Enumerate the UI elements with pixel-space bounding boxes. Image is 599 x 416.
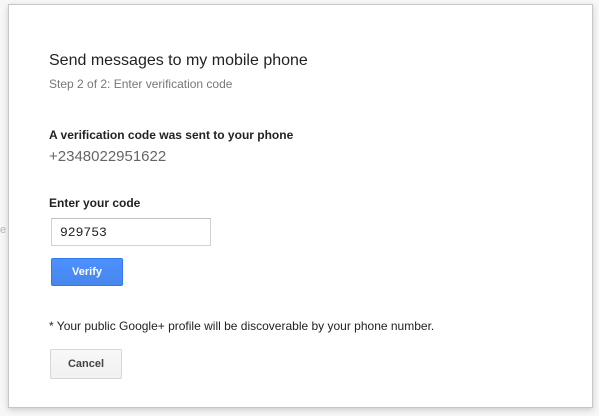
code-sent-label: A verification code was sent to your pho… (49, 128, 294, 142)
background-text-fragment: e (0, 224, 7, 236)
profile-discoverability-note: * Your public Google+ profile will be di… (49, 319, 435, 333)
verification-code-input[interactable] (51, 218, 211, 246)
verify-button[interactable]: Verify (51, 258, 123, 286)
phone-number: +2348022951622 (49, 148, 167, 165)
verification-dialog: Send messages to my mobile phone Step 2 … (8, 4, 593, 408)
cancel-button[interactable]: Cancel (50, 349, 122, 379)
code-field-label: Enter your code (49, 196, 141, 210)
step-indicator: Step 2 of 2: Enter verification code (49, 77, 233, 91)
dialog-title: Send messages to my mobile phone (49, 52, 308, 69)
